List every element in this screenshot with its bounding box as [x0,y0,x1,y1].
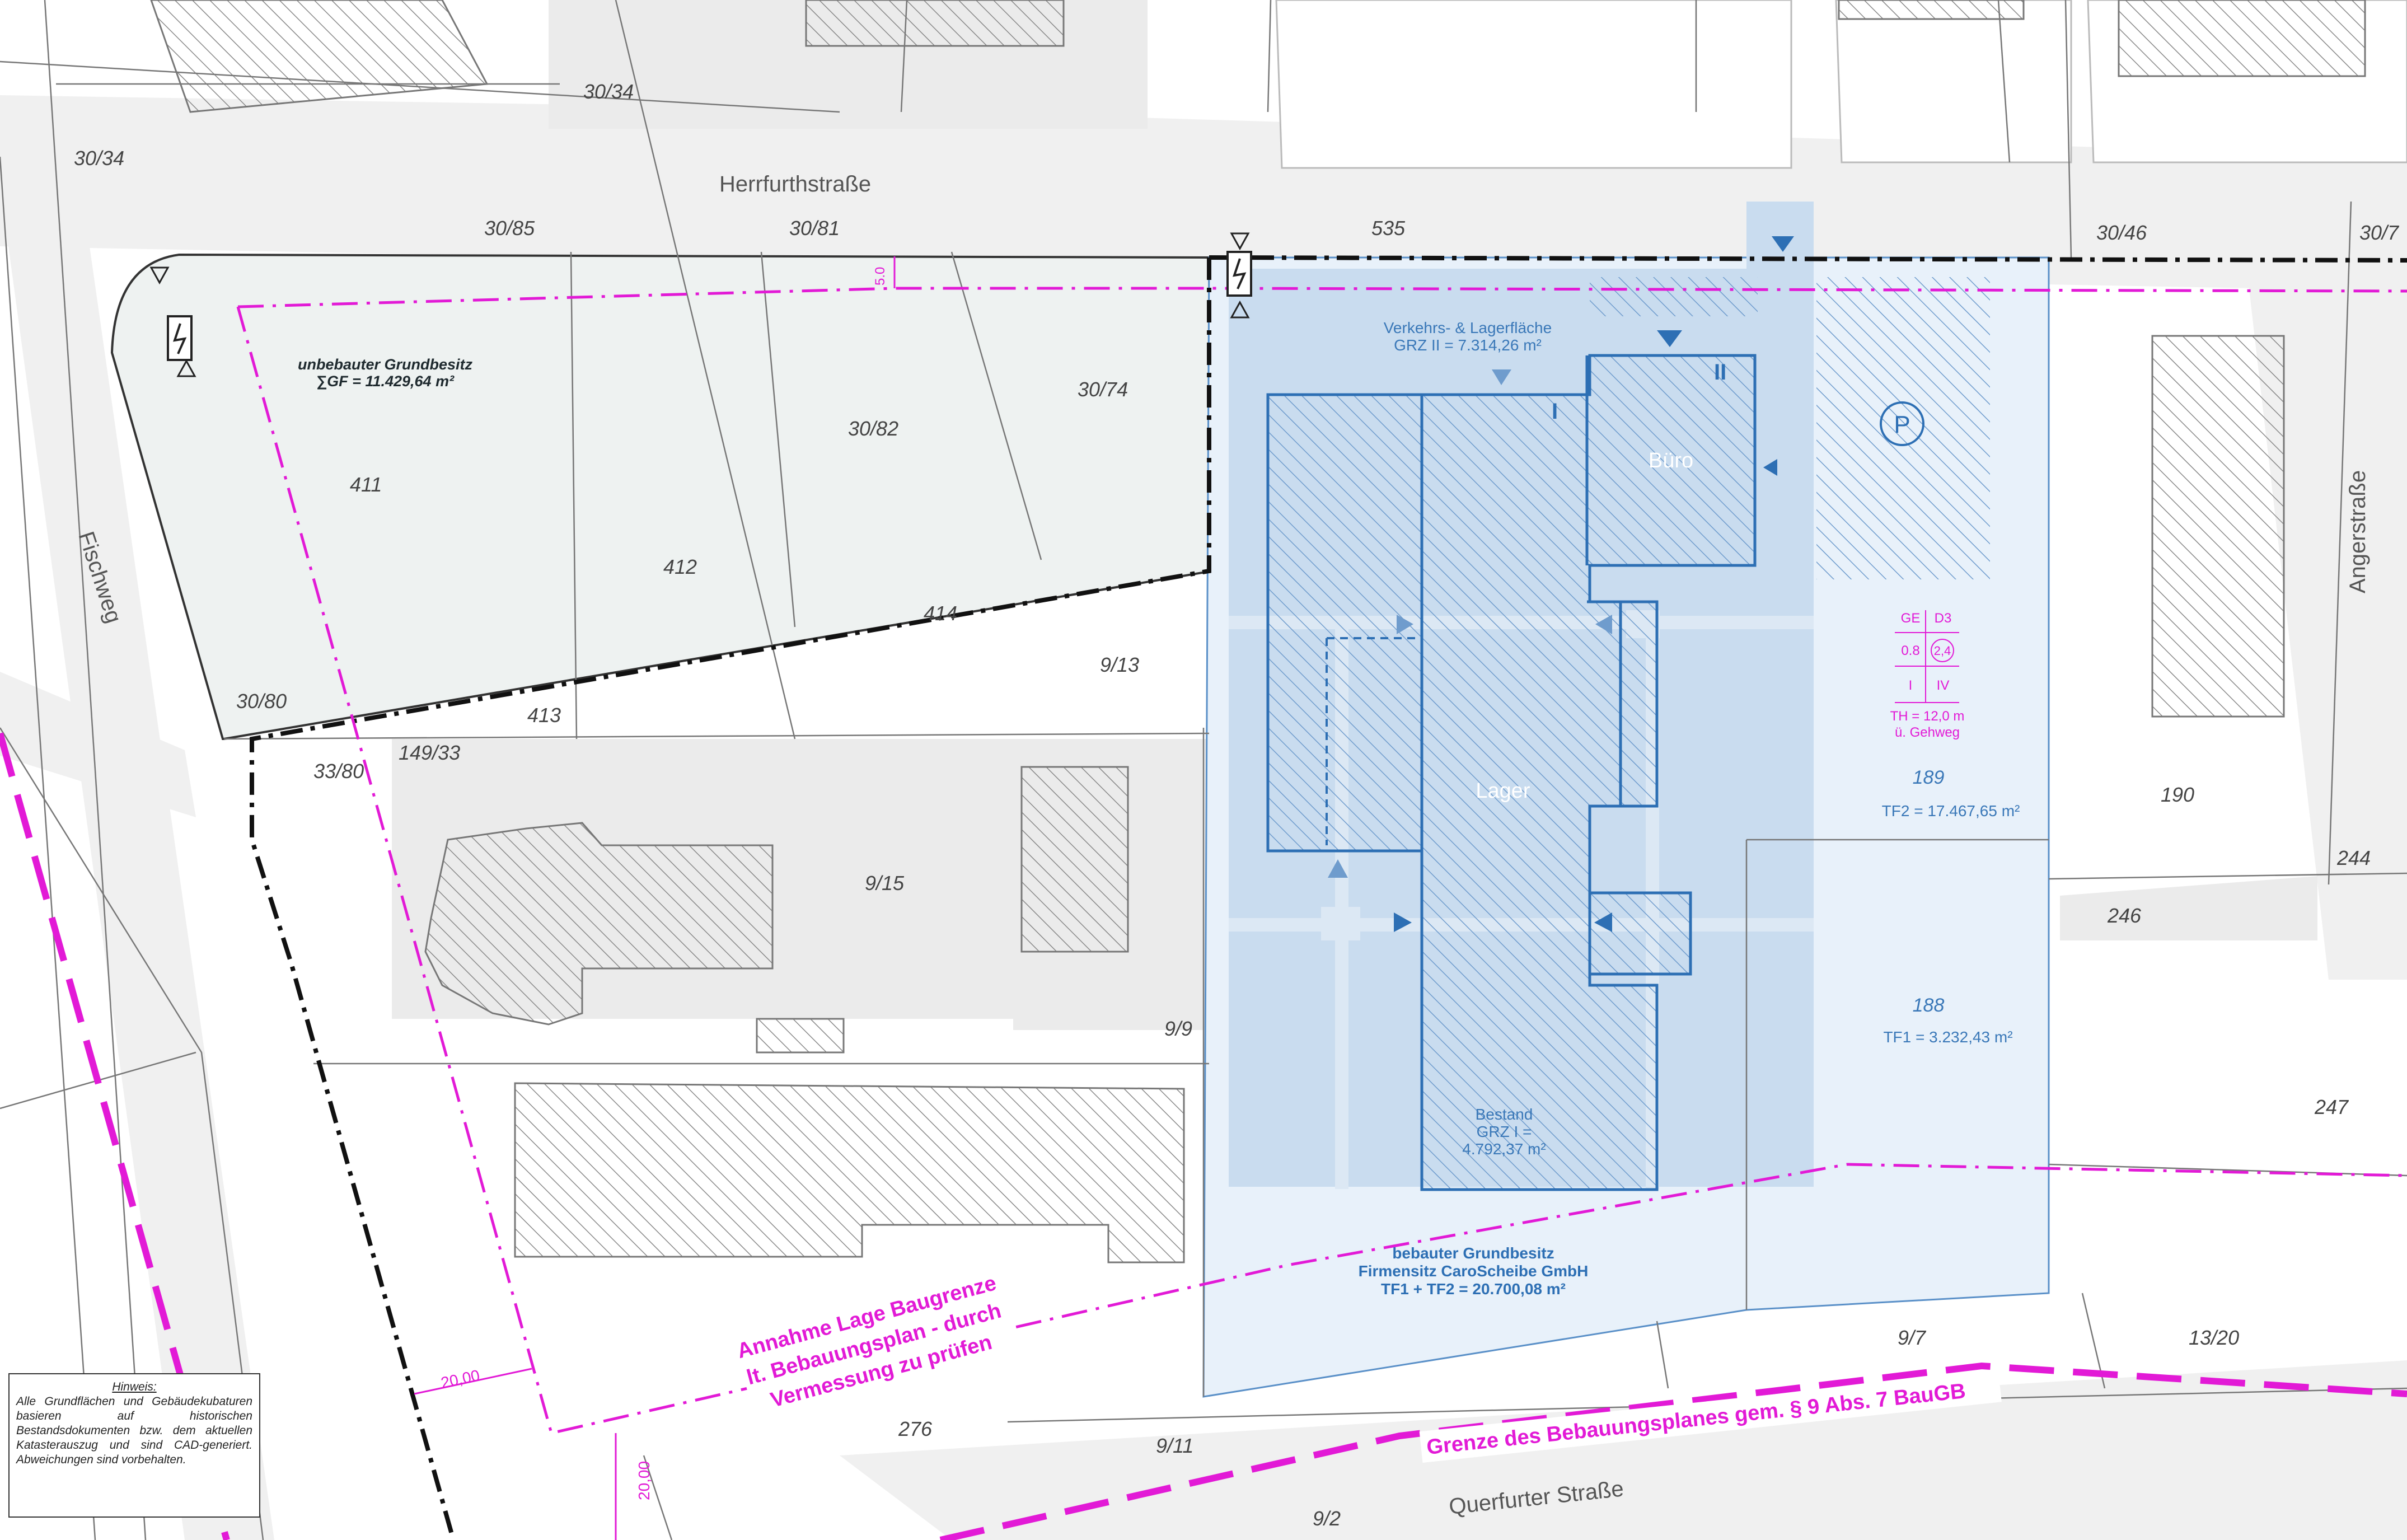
parcel-9-13: 9/13 [1100,653,1139,676]
parcel-9-9: 9/9 [1164,1017,1192,1040]
disclaimer-title: Hinweis: [112,1380,157,1393]
building-section-2: II [1714,360,1726,385]
parcel-276: 276 [898,1417,933,1440]
parcel-13-20: 13/20 [2189,1326,2239,1349]
traffic-area-title: Verkehrs- & Lagerfläche [1384,319,1552,336]
unbuilt-area: ∑GF = 11.429,64 m² [316,373,455,390]
disclaimer-note: Hinweis: Alle Grundflächen und Gebäudeku… [8,1373,260,1518]
parking-label: P [1894,411,1910,438]
parcel-535: 535 [1371,217,1406,240]
existing-label-2: GRZ I = [1477,1123,1532,1140]
parcel-30-85: 30/85 [484,217,535,240]
parcel-30-81: 30/81 [789,217,840,240]
dimension-left: 20,00 [439,1366,481,1392]
warehouse-label: Lager [1476,779,1530,803]
disclaimer-text: Alle Grundflächen und Gebäudekubaturen b… [16,1395,252,1466]
unbuilt-title: unbebauter Grundbesitz [298,356,473,373]
parcel-411: 411 [350,473,382,496]
right-buildings [2060,335,2317,940]
existing-label-1: Bestand [1476,1106,1533,1123]
building-limit-note: Annahme Lage Baugrenze lt. Bebauungsplan… [730,1259,1018,1432]
traffic-area-grz: GRZ II = 7.314,26 m² [1394,336,1542,354]
parcel-247: 247 [2314,1096,2349,1118]
parcel-413: 413 [527,704,561,727]
dimension-bottom: 20,00 [635,1461,653,1500]
parcel-9-11: 9/11 [1156,1434,1193,1457]
zoning-geh: ü. Gehweg [1895,725,1960,740]
parcel-414: 414 [924,602,957,625]
site-plan-map: Herrfurthstraße Angerstraße Fischweg Que… [0,0,2407,1540]
zoning-grz: 0.8 [1901,643,1919,658]
parcel-9-7: 9/7 [1898,1326,1927,1349]
zoning-gfz: 2,4 [1934,644,1951,658]
parcel-188: 188 [1913,995,1945,1016]
street-angerstrasse: Angerstraße [2345,470,2370,593]
parcel-246: 246 [2107,904,2142,927]
parcel-30-7: 30/7 [2359,221,2400,244]
parcel-30-34-left: 30/34 [74,147,124,170]
parcel-149-33: 149/33 [399,741,460,764]
parcel-9-2: 9/2 [1313,1507,1341,1530]
parcel-30-34-top: 30/34 [583,80,634,103]
parcel-30-80: 30/80 [236,690,287,713]
parcel-189: 189 [1913,767,1945,788]
parcel-30-82: 30/82 [848,417,898,440]
existing-label-3: 4.792,37 m² [1462,1140,1546,1158]
zoning-stories-max: IV [1937,678,1950,693]
dimension-top: 5.0 [873,267,888,285]
street-herrfurth: Herrfurthstraße [719,172,871,196]
built-title: bebauter Grundbesitz [1392,1244,1554,1262]
parcel-190: 190 [2161,783,2194,806]
zoning-ge: GE [1901,611,1921,626]
built-company: Firmensitz CaroScheibe GmbH [1359,1262,1589,1280]
zoning-stories-min: I [1909,678,1913,693]
tf1-area: TF1 = 3.232,43 m² [1883,1028,2012,1046]
neighbor-block-9-15 [392,739,1206,1263]
parcel-33-80: 33/80 [313,760,364,783]
parcel-30-74: 30/74 [1078,378,1128,401]
parcel-30-46: 30/46 [2096,221,2147,244]
parcel-412: 412 [663,555,697,578]
office-label: Büro [1649,449,1693,472]
zoning-th: TH = 12,0 m [1890,709,1965,724]
parcel-9-15: 9/15 [865,872,905,895]
parcel-244: 244 [2336,846,2371,869]
building-section-1: I [1552,399,1558,424]
zoning-d3: D3 [1935,611,1952,626]
built-area: TF1 + TF2 = 20.700,08 m² [1381,1280,1566,1298]
tf2-area: TF2 = 17.467,65 m² [1882,802,2020,820]
